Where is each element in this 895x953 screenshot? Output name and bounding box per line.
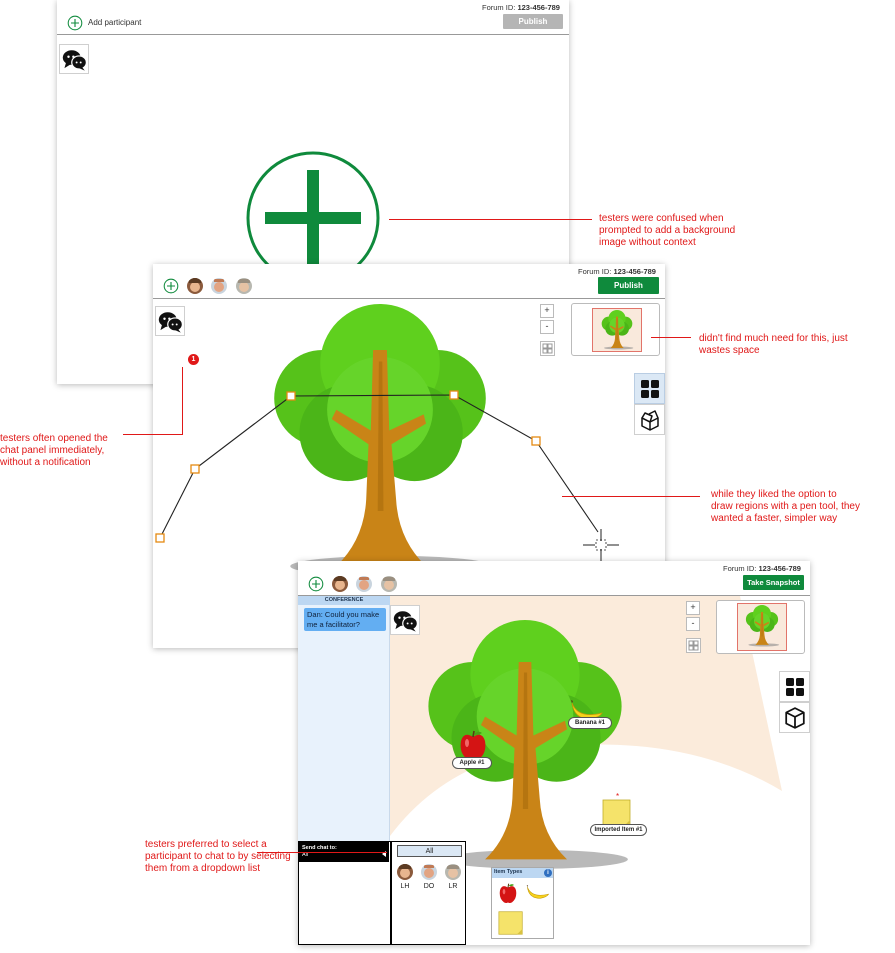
chat-compose-area[interactable]: Send chat to: All xyxy=(298,841,391,945)
annotation-minimap: didn't find much need for this, just was… xyxy=(699,333,848,356)
grid-icon xyxy=(640,379,660,399)
forum-id-label: Forum ID: 123-456-789 xyxy=(723,564,801,573)
minimap-viewport[interactable] xyxy=(737,603,787,651)
fit-view-icon[interactable] xyxy=(686,638,701,653)
chat-toggle-button[interactable] xyxy=(390,605,420,635)
minimap-viewport[interactable] xyxy=(592,308,642,352)
recipient-avatar-do[interactable] xyxy=(421,864,437,880)
recipient-selector-panel[interactable]: All LH DO LR xyxy=(391,841,466,945)
items-box-button[interactable] xyxy=(634,404,665,435)
forum-id-label: Forum ID: 123-456-789 xyxy=(482,3,560,12)
add-participant-label[interactable]: Add participant xyxy=(88,18,141,27)
annotation-connector-4 xyxy=(562,496,700,497)
zoom-out-button[interactable]: - xyxy=(540,320,554,334)
take-snapshot-button[interactable]: Take Snapshot xyxy=(743,575,804,590)
banana-item-label[interactable]: Banana #1 xyxy=(568,717,612,729)
apple-item-type[interactable] xyxy=(498,882,518,904)
conference-chat-panel: CONFERENCE Dan: Could you make me a faci… xyxy=(298,596,390,841)
recipient-avatar-lr[interactable] xyxy=(445,864,461,880)
header-divider xyxy=(57,34,569,35)
recipient-avatar-lh[interactable] xyxy=(397,864,413,880)
items-box-button[interactable] xyxy=(779,702,810,733)
item-types-header: Item Types i xyxy=(492,868,553,878)
zoom-in-button[interactable]: + xyxy=(686,601,700,615)
participant-avatar-lh[interactable] xyxy=(332,576,348,592)
minimap-panel[interactable] xyxy=(571,303,660,356)
crosshair-cursor-icon xyxy=(583,529,619,561)
item-types-palette: Item Types i xyxy=(491,867,554,939)
chat-message-bubble: Dan: Could you make me a facilitator? xyxy=(304,608,386,631)
minimap-tree-thumbnail xyxy=(597,310,637,350)
participant-avatar-lr[interactable] xyxy=(381,576,397,592)
annotation-connector-3a xyxy=(182,367,183,434)
sticky-note-item-type[interactable] xyxy=(498,910,524,936)
send-chat-to-label: Send chat to: xyxy=(302,845,337,851)
layout-grid-button[interactable] xyxy=(779,671,810,702)
annotation-dropdown-list: testers preferred to select a participan… xyxy=(145,839,291,874)
banana-item-type[interactable] xyxy=(526,884,550,900)
forum-id: 123-456-789 xyxy=(517,3,560,12)
annotation-connector-3b xyxy=(123,434,183,435)
imported-item-label[interactable]: Imported Item #1 xyxy=(590,824,647,836)
info-icon[interactable]: i xyxy=(544,869,552,877)
fit-view-icon[interactable] xyxy=(540,341,555,356)
annotation-background-prompt: testers were confused when prompted to a… xyxy=(599,213,736,248)
zoom-in-button[interactable]: + xyxy=(540,304,554,318)
participant-avatar-do[interactable] xyxy=(356,576,372,592)
minimap-tree-thumbnail xyxy=(742,605,782,647)
zoom-out-button[interactable]: - xyxy=(686,617,700,631)
chat-message-text: Dan: Could you make me a facilitator? xyxy=(307,610,380,629)
recipient-label-lr: LR xyxy=(448,883,458,890)
chat-icon xyxy=(62,48,88,72)
box-open-icon xyxy=(639,409,661,431)
conference-header: CONFERENCE xyxy=(298,596,390,605)
minimap-panel[interactable] xyxy=(716,600,805,654)
add-participant-icon[interactable] xyxy=(308,576,324,592)
apple-item-label[interactable]: Apple #1 xyxy=(452,757,492,769)
layout-grid-button[interactable] xyxy=(634,373,665,404)
chat-toggle-button[interactable] xyxy=(59,44,89,74)
annotation-pen-tool: while they liked the option to draw regi… xyxy=(711,489,860,524)
recipient-label-do: DO xyxy=(423,883,435,890)
screen-3-chat-open: Forum ID: 123-456-789 Take Snapshot Appl… xyxy=(298,561,810,945)
grid-icon xyxy=(785,677,805,697)
annotation-chat-notification: testers often opened the chat panel imme… xyxy=(0,433,108,468)
recipient-all-button[interactable]: All xyxy=(397,845,462,857)
annotation-connector-2 xyxy=(651,337,691,338)
recipient-label-lh: LH xyxy=(400,883,410,890)
publish-button[interactable]: Publish xyxy=(503,14,563,29)
annotation-connector-1 xyxy=(389,219,592,220)
chat-icon xyxy=(393,609,419,633)
item-types-title: Item Types xyxy=(494,869,523,875)
forum-id: 123-456-789 xyxy=(758,564,801,573)
add-participant-icon[interactable] xyxy=(67,15,83,31)
cube-icon xyxy=(784,707,806,729)
